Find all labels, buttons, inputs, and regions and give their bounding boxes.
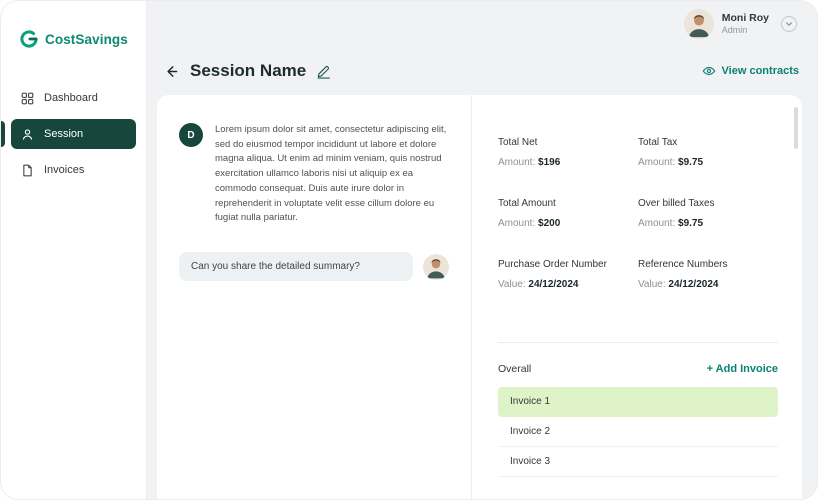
page-head-left: Session Name	[163, 61, 331, 81]
back-button[interactable]	[163, 63, 180, 80]
session-icon	[21, 128, 34, 141]
field-value: Amount: $9.75	[638, 218, 778, 229]
logo: CostSavings	[1, 29, 146, 49]
field-value: Value: 24/12/2024	[498, 279, 638, 290]
summary-divider	[498, 342, 778, 343]
pencil-icon	[316, 64, 331, 79]
summary-field-purchase-order-number: Purchase Order Number Value: 24/12/2024	[498, 259, 638, 290]
edit-session-name-button[interactable]	[316, 64, 331, 79]
chat-question-row: Can you share the detailed summary?	[179, 252, 449, 282]
field-prefix: Amount:	[498, 218, 536, 229]
invoice-label: Invoice 3	[510, 456, 551, 467]
eye-icon	[702, 64, 716, 78]
overall-label: Overall	[498, 363, 532, 375]
summary-field-total-tax: Total Tax Amount: $9.75	[638, 137, 778, 168]
invoices-icon	[21, 164, 34, 177]
summary-field-reference-numbers: Reference Numbers Value: 24/12/2024	[638, 259, 778, 290]
invoice-list-item-1[interactable]: Invoice 1	[498, 387, 778, 417]
page-head: Session Name View contracts	[147, 47, 817, 95]
chat-panel: D Lorem ipsum dolor sit amet, consectetu…	[157, 95, 472, 499]
invoice-label: Invoice 1	[510, 396, 551, 407]
chat-question-bubble: Can you share the detailed summary?	[179, 252, 413, 282]
user-avatar	[683, 9, 714, 39]
sidebar: CostSavings Dashboard Session Invoices	[1, 1, 147, 499]
field-value: Value: 24/12/2024	[638, 279, 778, 290]
scrollbar-thumb[interactable]	[794, 107, 798, 149]
field-label: Total Net	[498, 137, 538, 148]
field-prefix: Amount:	[638, 218, 676, 229]
field-amount: $196	[538, 157, 561, 168]
summary-field-total-amount: Total Amount Amount: $200	[498, 198, 638, 229]
add-invoice-button[interactable]: + Add Invoice	[707, 363, 778, 375]
summary-field-total-net: Total Net Amount: $196	[498, 137, 638, 168]
page-title: Session Name	[190, 61, 307, 80]
sidebar-item-session[interactable]: Session	[1, 119, 136, 149]
field-prefix: Amount:	[638, 157, 676, 168]
invoice-list-item-2[interactable]: Invoice 2	[498, 417, 778, 447]
sidebar-item-label: Dashboard	[44, 92, 98, 104]
dashboard-icon	[21, 92, 34, 105]
user-meta: Moni Roy Admin	[722, 12, 769, 36]
user-name: Moni Roy	[721, 11, 769, 24]
field-prefix: Value:	[498, 279, 526, 290]
field-label: Reference Numbers	[638, 259, 728, 270]
sidebar-nav: Dashboard Session Invoices	[1, 83, 146, 185]
field-amount: 24/12/2024	[668, 279, 719, 290]
scrollbar[interactable]	[794, 107, 798, 337]
field-label: Total Amount	[498, 198, 556, 209]
summary-panel: Total Net Amount: $196 Total Tax Amount:…	[472, 95, 802, 499]
sidebar-item-label: Invoices	[44, 164, 85, 176]
field-prefix: Value:	[638, 279, 666, 290]
chevron-down-icon	[785, 20, 793, 28]
view-contracts-link[interactable]: View contracts	[702, 64, 799, 78]
overall-row: Overall + Add Invoice	[498, 363, 778, 375]
logo-text: CostSavings	[45, 31, 128, 47]
sidebar-item-label: Session	[44, 128, 84, 140]
summary-fields: Total Net Amount: $196 Total Tax Amount:…	[498, 137, 778, 290]
assistant-avatar: D	[179, 123, 203, 147]
field-amount: $9.75	[678, 157, 704, 168]
view-contracts-label: View contracts	[721, 65, 799, 77]
invoice-label: Invoice 2	[510, 426, 551, 437]
field-value: Amount: $200	[498, 218, 638, 229]
user-role: Admin	[721, 24, 748, 35]
app-window: CostSavings Dashboard Session Invoices M…	[0, 0, 818, 500]
profile-dropdown-button[interactable]	[781, 16, 797, 32]
invoice-list: Invoice 1 Invoice 2 Invoice 3	[498, 387, 778, 477]
session-card: D Lorem ipsum dolor sit amet, consectetu…	[157, 95, 802, 499]
field-amount: 24/12/2024	[528, 279, 579, 290]
user-chat-avatar	[423, 253, 449, 280]
invoice-list-item-3[interactable]: Invoice 3	[498, 447, 778, 477]
chat-message-text: Lorem ipsum dolor sit amet, consectetur …	[215, 124, 447, 224]
topbar: Moni Roy Admin	[147, 1, 817, 47]
sidebar-item-dashboard[interactable]: Dashboard	[11, 83, 136, 113]
field-value: Amount: $9.75	[638, 157, 778, 168]
field-value: Amount: $196	[498, 157, 638, 168]
field-amount: $9.75	[678, 218, 704, 229]
costsavings-logo-icon	[19, 29, 39, 49]
field-prefix: Amount:	[498, 157, 536, 168]
field-amount: $200	[538, 218, 561, 229]
arrow-left-icon	[163, 63, 180, 80]
field-label: Over billed Taxes	[638, 198, 715, 209]
sidebar-item-invoices[interactable]: Invoices	[11, 155, 136, 185]
chat-message: D Lorem ipsum dolor sit amet, consectetu…	[179, 123, 449, 226]
summary-field-over-billed-taxes: Over billed Taxes Amount: $9.75	[638, 198, 778, 229]
field-label: Purchase Order Number	[498, 259, 607, 270]
main-area: Moni Roy Admin Session Name View contrac…	[147, 1, 817, 499]
user-profile[interactable]: Moni Roy Admin	[683, 9, 797, 39]
field-label: Total Tax	[638, 137, 678, 148]
